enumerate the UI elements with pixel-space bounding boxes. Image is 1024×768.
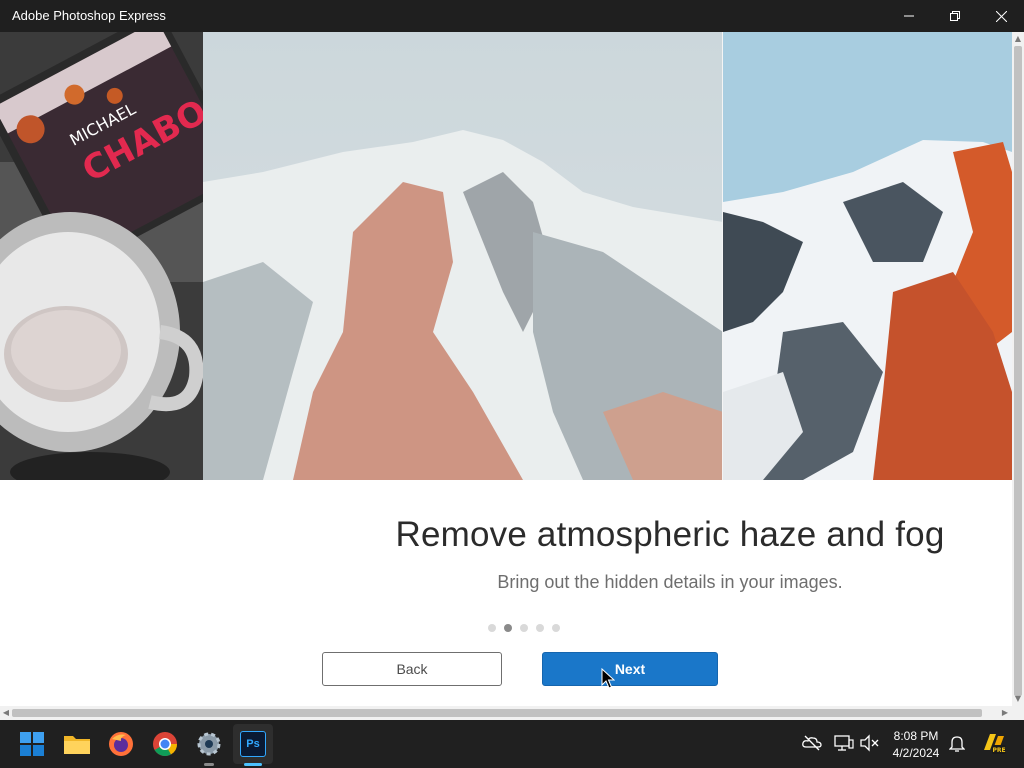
- page-dot[interactable]: [520, 624, 528, 632]
- photoshop-express-icon: Ps: [240, 731, 266, 757]
- page-indicator: [488, 624, 560, 632]
- start-button[interactable]: [16, 728, 48, 760]
- clock-time: 8:08 PM: [893, 729, 939, 743]
- feature-preview-image: MICHAEL CHABO: [0, 32, 1012, 480]
- feature-headline: Remove atmospheric haze and fog: [395, 515, 945, 554]
- close-button[interactable]: [978, 0, 1024, 32]
- hazy-mountain-photo: [203, 32, 723, 480]
- close-icon: [995, 10, 1007, 22]
- onboarding-panel: MICHAEL CHABO Remove atmospheric haze an…: [0, 32, 1012, 706]
- settings-button[interactable]: [193, 728, 225, 760]
- horizontal-scroll-thumb[interactable]: [12, 709, 982, 717]
- vertical-scrollbar[interactable]: ▲ ▼: [1012, 32, 1024, 706]
- copilot-pre-badge: PRE: [992, 747, 1005, 754]
- firefox-button[interactable]: [105, 728, 137, 760]
- notifications-button[interactable]: [946, 732, 968, 754]
- chrome-icon: [153, 732, 177, 757]
- horizontal-scrollbar[interactable]: ◀ ▶: [0, 706, 1024, 720]
- page-dot-active[interactable]: [504, 624, 512, 632]
- display-icon: [834, 735, 854, 751]
- window-title: Adobe Photoshop Express: [12, 8, 166, 23]
- taskbar: Ps 8:08 PM 4/2/2024 PRE: [0, 720, 1024, 768]
- scroll-up-icon[interactable]: ▲: [1014, 34, 1022, 44]
- scroll-left-icon[interactable]: ◀: [1, 708, 11, 718]
- photoshop-active-indicator: [244, 763, 262, 766]
- firefox-icon: [109, 732, 133, 756]
- start-icon: [20, 732, 44, 756]
- volume-muted-icon: [860, 734, 879, 752]
- next-button[interactable]: Next: [542, 652, 718, 686]
- settings-icon: [197, 732, 221, 756]
- chrome-button[interactable]: [149, 728, 181, 760]
- book-coffee-photo: MICHAEL CHABO: [0, 32, 203, 480]
- copilot-button[interactable]: PRE: [980, 730, 1006, 756]
- file-explorer-icon: [64, 736, 90, 754]
- feature-subhead: Bring out the hidden details in your ima…: [497, 572, 843, 592]
- title-bar: Adobe Photoshop Express: [0, 0, 1024, 32]
- display-button[interactable]: [833, 732, 855, 754]
- settings-running-indicator: [204, 763, 214, 766]
- vertical-scroll-thumb[interactable]: [1014, 46, 1022, 696]
- minimize-button[interactable]: [886, 0, 932, 32]
- page-dot[interactable]: [536, 624, 544, 632]
- system-clock[interactable]: 8:08 PM 4/2/2024: [884, 728, 948, 762]
- file-explorer-button[interactable]: [61, 728, 93, 760]
- mouse-cursor-icon: [601, 668, 615, 689]
- restore-icon: [950, 11, 960, 21]
- onedrive-button[interactable]: [801, 732, 823, 754]
- onedrive-off-icon: [802, 735, 822, 751]
- page-dot[interactable]: [552, 624, 560, 632]
- volume-button[interactable]: [858, 732, 880, 754]
- copilot-icon: PRE: [984, 734, 1006, 754]
- minimize-icon: [904, 15, 914, 17]
- scroll-right-icon[interactable]: ▶: [1000, 708, 1010, 718]
- photoshop-express-button[interactable]: Ps: [237, 728, 269, 760]
- restore-button[interactable]: [932, 0, 978, 32]
- back-button[interactable]: Back: [322, 652, 502, 686]
- clock-date: 4/2/2024: [892, 746, 940, 760]
- scroll-down-icon[interactable]: ▼: [1014, 694, 1022, 704]
- clear-mountain-photo: [723, 32, 1012, 480]
- page-dot[interactable]: [488, 624, 496, 632]
- notifications-icon: [949, 736, 965, 752]
